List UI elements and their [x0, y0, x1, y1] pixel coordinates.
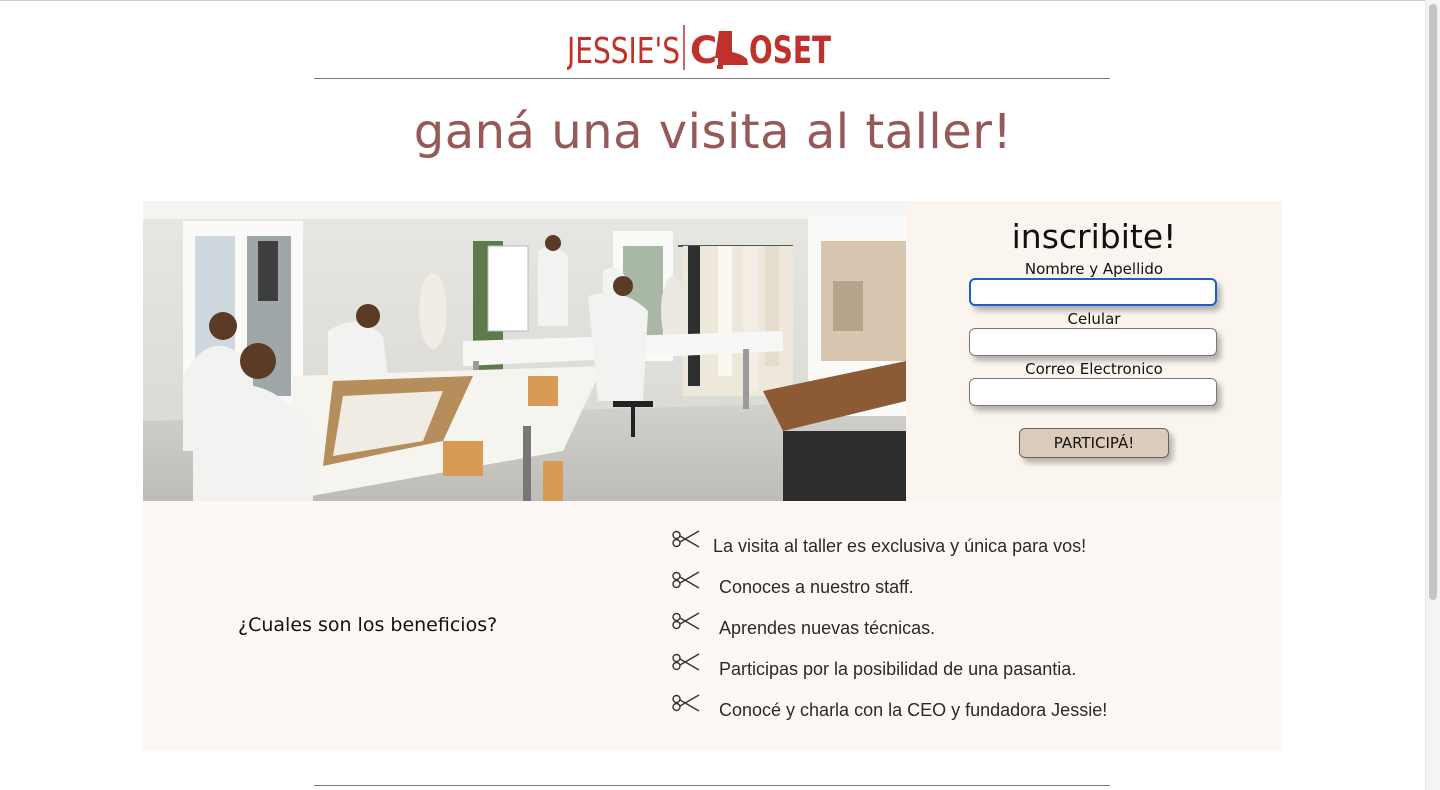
scissors-icon [672, 612, 700, 630]
scissors-icon [672, 694, 700, 712]
email-field[interactable] [969, 378, 1217, 406]
logo-text-c: C [690, 29, 717, 72]
benefit-text: Conoces a nuestro staff. [719, 577, 914, 597]
signup-form: inscribite! Nombre y Apellido Celular Co… [906, 201, 1282, 501]
page-title: ganá una visita al taller! [413, 104, 1013, 160]
benefits-section: ¿Cuales son los beneficios? La visita al… [143, 501, 1281, 751]
logo-text-oset: OSET [749, 29, 831, 72]
jessies-closet-logo[interactable]: JESSIE'S C OSET [567, 22, 831, 72]
scissors-icon [672, 571, 700, 589]
benefit-text: Participas por la posibilidad de una pas… [719, 659, 1077, 679]
footer-divider [314, 785, 1110, 786]
scrollbar-thumb[interactable] [1429, 4, 1437, 600]
benefit-text: Conocé y charla con la CEO y fundadora J… [719, 700, 1108, 720]
scissors-icon [672, 653, 700, 671]
phone-field[interactable] [969, 328, 1217, 356]
top-border [0, 0, 1440, 1]
header-divider [314, 78, 1110, 79]
name-field[interactable] [969, 278, 1217, 306]
scissors-icon [672, 530, 700, 548]
email-label: Correo Electronico [1025, 360, 1163, 378]
workshop-photo [143, 201, 906, 501]
benefit-text: La visita al taller es exclusiva y única… [713, 536, 1087, 556]
name-label: Nombre y Apellido [1024, 260, 1164, 278]
logo-text-jessies: JESSIE'S [567, 31, 680, 72]
phone-label: Celular [1067, 310, 1121, 328]
benefits-heading: ¿Cuales son los beneficios? [238, 614, 498, 636]
form-title: inscribite! [1011, 217, 1177, 256]
boot-icon [715, 31, 748, 69]
participate-button[interactable]: PARTICIPÁ! [1019, 428, 1169, 458]
page-scrollbar[interactable] [1425, 0, 1440, 790]
benefit-text: Aprendes nuevas técnicas. [719, 618, 936, 638]
